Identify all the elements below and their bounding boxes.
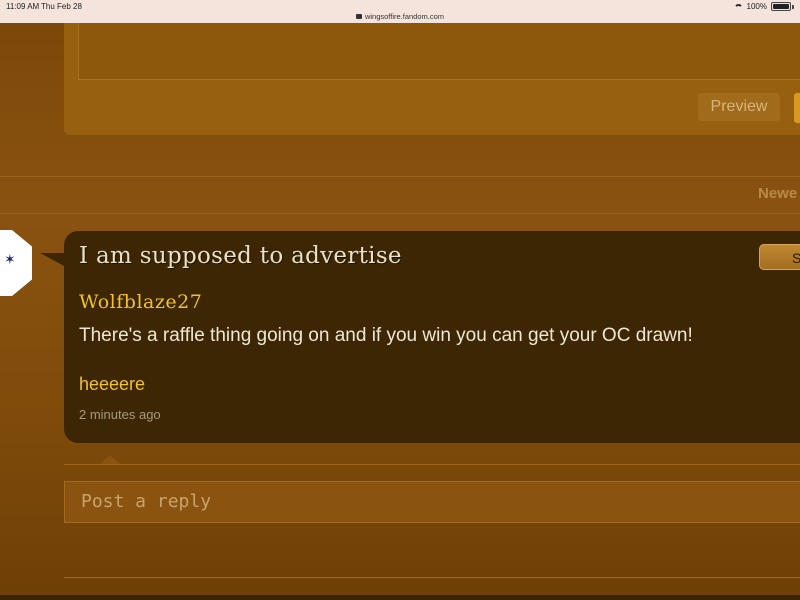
editor-panel: Preview — [64, 23, 800, 135]
divider-bottom — [0, 213, 800, 214]
thread-title: I am supposed to advertise — [79, 243, 402, 269]
lock-icon — [355, 14, 362, 19]
sort-dropdown[interactable]: Newe — [758, 185, 797, 202]
preview-button[interactable]: Preview — [698, 93, 780, 121]
dragon-icon: ✶ — [4, 251, 16, 267]
status-right: 100% — [733, 2, 794, 11]
thread-author[interactable]: Wolfblaze27 — [79, 291, 202, 313]
wifi-icon — [733, 3, 743, 10]
thread-body: There's a raffle thing going on and if y… — [79, 325, 693, 346]
footer-strip — [0, 595, 800, 600]
reply-divider — [64, 464, 800, 465]
address-url: wingsoffire.fandom.com — [364, 12, 445, 21]
address-bar[interactable]: wingsoffire.fandom.com — [0, 12, 800, 21]
thread-link[interactable]: heeeere — [79, 374, 145, 395]
status-date: Thu Feb 28 — [41, 2, 82, 11]
editor-textarea[interactable] — [78, 23, 800, 80]
battery-icon — [771, 2, 791, 11]
battery-tip-icon — [792, 4, 794, 9]
thread-card: I am supposed to advertise S Wolfblaze27… — [64, 231, 800, 443]
thread-timestamp: 2 minutes ago — [79, 407, 161, 422]
reply-input[interactable]: Post a reply — [64, 481, 800, 523]
reply-notch — [100, 455, 120, 464]
avatar[interactable]: ✶ — [0, 230, 32, 296]
submit-button[interactable] — [794, 93, 800, 123]
footer-divider — [64, 577, 800, 578]
status-time: 11:09 AM — [6, 2, 40, 11]
divider-top — [0, 176, 800, 177]
thread-action-button[interactable]: S — [759, 244, 800, 270]
card-tail — [40, 253, 66, 267]
battery-percent: 100% — [746, 2, 767, 11]
status-bar: 11:09 AM Thu Feb 28 wingsoffire.fandom.c… — [0, 0, 800, 23]
